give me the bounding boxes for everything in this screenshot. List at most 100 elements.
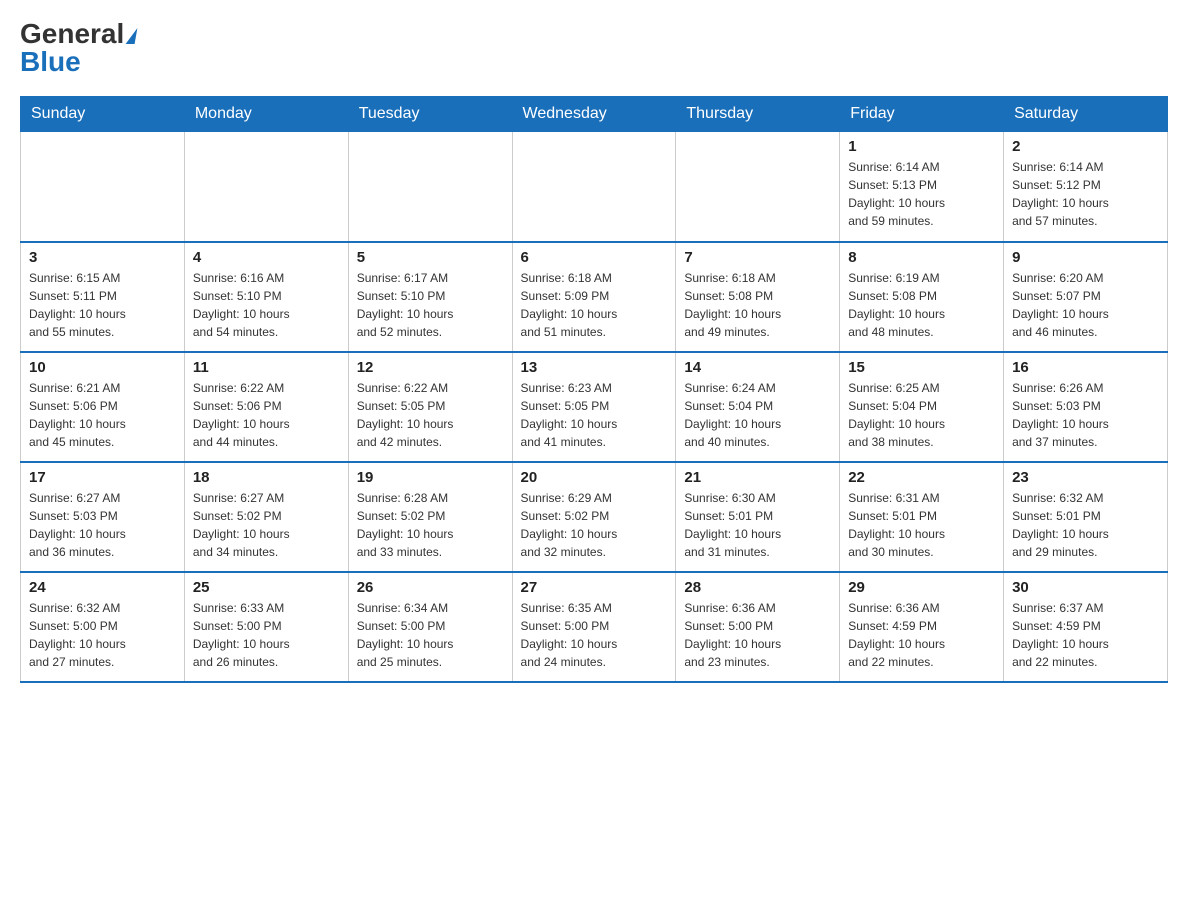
day-info: Sunrise: 6:20 AM Sunset: 5:07 PM Dayligh… [1012,269,1159,341]
day-info: Sunrise: 6:32 AM Sunset: 5:00 PM Dayligh… [29,599,176,671]
calendar-cell: 18 Sunrise: 6:27 AM Sunset: 5:02 PM Dayli… [184,462,348,572]
day-number: 12 [357,359,504,376]
day-info: Sunrise: 6:22 AM Sunset: 5:05 PM Dayligh… [357,379,504,451]
day-info: Sunrise: 6:36 AM Sunset: 4:59 PM Dayligh… [848,599,995,671]
calendar-cell: 30 Sunrise: 6:37 AM Sunset: 4:59 PM Dayli… [1004,572,1168,682]
day-info: Sunrise: 6:22 AM Sunset: 5:06 PM Dayligh… [193,379,340,451]
calendar-cell [184,132,348,242]
day-number: 15 [848,359,995,376]
calendar-cell: 28 Sunrise: 6:36 AM Sunset: 5:00 PM Dayli… [676,572,840,682]
calendar-cell: 5 Sunrise: 6:17 AM Sunset: 5:10 PM Daylig… [348,242,512,352]
day-info: Sunrise: 6:15 AM Sunset: 5:11 PM Dayligh… [29,269,176,341]
day-number: 9 [1012,249,1159,266]
calendar-table: SundayMondayTuesdayWednesdayThursdayFrid… [20,96,1168,683]
day-number: 19 [357,469,504,486]
day-number: 2 [1012,138,1159,155]
calendar-cell: 20 Sunrise: 6:29 AM Sunset: 5:02 PM Dayli… [512,462,676,572]
day-number: 1 [848,138,995,155]
day-info: Sunrise: 6:31 AM Sunset: 5:01 PM Dayligh… [848,489,995,561]
calendar-cell [21,132,185,242]
logo-blue-text: Blue [20,48,81,76]
weekday-header-monday: Monday [184,97,348,132]
day-number: 20 [521,469,668,486]
calendar-header: SundayMondayTuesdayWednesdayThursdayFrid… [21,97,1168,132]
day-number: 10 [29,359,176,376]
calendar-cell: 3 Sunrise: 6:15 AM Sunset: 5:11 PM Daylig… [21,242,185,352]
weekday-header-wednesday: Wednesday [512,97,676,132]
day-number: 29 [848,579,995,596]
calendar-cell: 7Sunrise: 6:18 AM Sunset: 5:08 PM Daylig… [676,242,840,352]
weekday-header-thursday: Thursday [676,97,840,132]
logo-general-text: General [20,20,136,48]
day-number: 5 [357,249,504,266]
day-number: 30 [1012,579,1159,596]
day-info: Sunrise: 6:17 AM Sunset: 5:10 PM Dayligh… [357,269,504,341]
day-info: Sunrise: 6:34 AM Sunset: 5:00 PM Dayligh… [357,599,504,671]
day-info: Sunrise: 6:33 AM Sunset: 5:00 PM Dayligh… [193,599,340,671]
calendar-cell: 21 Sunrise: 6:30 AM Sunset: 5:01 PM Dayli… [676,462,840,572]
day-number: 6 [521,249,668,266]
day-info: Sunrise: 6:32 AM Sunset: 5:01 PM Dayligh… [1012,489,1159,561]
day-number: 17 [29,469,176,486]
day-number: 28 [684,579,831,596]
calendar-cell: 22 Sunrise: 6:31 AM Sunset: 5:01 PM Dayli… [840,462,1004,572]
day-number: 4 [193,249,340,266]
day-number: 11 [193,359,340,376]
day-info: Sunrise: 6:30 AM Sunset: 5:01 PM Dayligh… [684,489,831,561]
day-info: Sunrise: 6:25 AM Sunset: 5:04 PM Dayligh… [848,379,995,451]
day-info: Sunrise: 6:28 AM Sunset: 5:02 PM Dayligh… [357,489,504,561]
day-info: Sunrise: 6:29 AM Sunset: 5:02 PM Dayligh… [521,489,668,561]
logo: General Blue [20,20,136,76]
calendar-cell: 8 Sunrise: 6:19 AM Sunset: 5:08 PM Daylig… [840,242,1004,352]
calendar-cell: 11 Sunrise: 6:22 AM Sunset: 5:06 PM Dayli… [184,352,348,462]
day-number: 18 [193,469,340,486]
day-info: Sunrise: 6:18 AM Sunset: 5:09 PM Dayligh… [521,269,668,341]
day-info: Sunrise: 6:35 AM Sunset: 5:00 PM Dayligh… [521,599,668,671]
calendar-cell: 4 Sunrise: 6:16 AM Sunset: 5:10 PM Daylig… [184,242,348,352]
weekday-header-sunday: Sunday [21,97,185,132]
calendar-cell: 16Sunrise: 6:26 AM Sunset: 5:03 PM Dayli… [1004,352,1168,462]
day-info: Sunrise: 6:23 AM Sunset: 5:05 PM Dayligh… [521,379,668,451]
calendar-week-1: 1 Sunrise: 6:14 AM Sunset: 5:13 PM Daylig… [21,132,1168,242]
calendar-cell: 29 Sunrise: 6:36 AM Sunset: 4:59 PM Dayli… [840,572,1004,682]
calendar-cell: 15 Sunrise: 6:25 AM Sunset: 5:04 PM Dayli… [840,352,1004,462]
calendar-week-4: 17 Sunrise: 6:27 AM Sunset: 5:03 PM Dayli… [21,462,1168,572]
day-number: 16 [1012,359,1159,376]
day-info: Sunrise: 6:19 AM Sunset: 5:08 PM Dayligh… [848,269,995,341]
day-info: Sunrise: 6:37 AM Sunset: 4:59 PM Dayligh… [1012,599,1159,671]
day-number: 25 [193,579,340,596]
day-info: Sunrise: 6:14 AM Sunset: 5:13 PM Dayligh… [848,158,995,230]
weekday-header-friday: Friday [840,97,1004,132]
calendar-cell: 24 Sunrise: 6:32 AM Sunset: 5:00 PM Dayli… [21,572,185,682]
day-info: Sunrise: 6:24 AM Sunset: 5:04 PM Dayligh… [684,379,831,451]
calendar-cell: 23 Sunrise: 6:32 AM Sunset: 5:01 PM Dayli… [1004,462,1168,572]
calendar-cell [348,132,512,242]
calendar-cell [512,132,676,242]
day-info: Sunrise: 6:18 AM Sunset: 5:08 PM Dayligh… [684,269,831,341]
day-number: 23 [1012,469,1159,486]
day-info: Sunrise: 6:27 AM Sunset: 5:03 PM Dayligh… [29,489,176,561]
day-number: 26 [357,579,504,596]
day-info: Sunrise: 6:16 AM Sunset: 5:10 PM Dayligh… [193,269,340,341]
day-number: 3 [29,249,176,266]
calendar-cell: 12 Sunrise: 6:22 AM Sunset: 5:05 PM Dayli… [348,352,512,462]
day-info: Sunrise: 6:14 AM Sunset: 5:12 PM Dayligh… [1012,158,1159,230]
calendar-cell: 10Sunrise: 6:21 AM Sunset: 5:06 PM Dayli… [21,352,185,462]
calendar-cell: 1 Sunrise: 6:14 AM Sunset: 5:13 PM Daylig… [840,132,1004,242]
day-number: 13 [521,359,668,376]
calendar-cell: 2 Sunrise: 6:14 AM Sunset: 5:12 PM Daylig… [1004,132,1168,242]
day-info: Sunrise: 6:27 AM Sunset: 5:02 PM Dayligh… [193,489,340,561]
weekday-header-saturday: Saturday [1004,97,1168,132]
day-number: 14 [684,359,831,376]
day-number: 24 [29,579,176,596]
day-number: 8 [848,249,995,266]
calendar-cell: 9 Sunrise: 6:20 AM Sunset: 5:07 PM Daylig… [1004,242,1168,352]
day-number: 27 [521,579,668,596]
calendar-cell: 6 Sunrise: 6:18 AM Sunset: 5:09 PM Daylig… [512,242,676,352]
calendar-week-5: 24 Sunrise: 6:32 AM Sunset: 5:00 PM Dayli… [21,572,1168,682]
calendar-body: 1 Sunrise: 6:14 AM Sunset: 5:13 PM Daylig… [21,132,1168,682]
day-number: 22 [848,469,995,486]
day-number: 21 [684,469,831,486]
day-info: Sunrise: 6:36 AM Sunset: 5:00 PM Dayligh… [684,599,831,671]
calendar-cell: 27 Sunrise: 6:35 AM Sunset: 5:00 PM Dayli… [512,572,676,682]
